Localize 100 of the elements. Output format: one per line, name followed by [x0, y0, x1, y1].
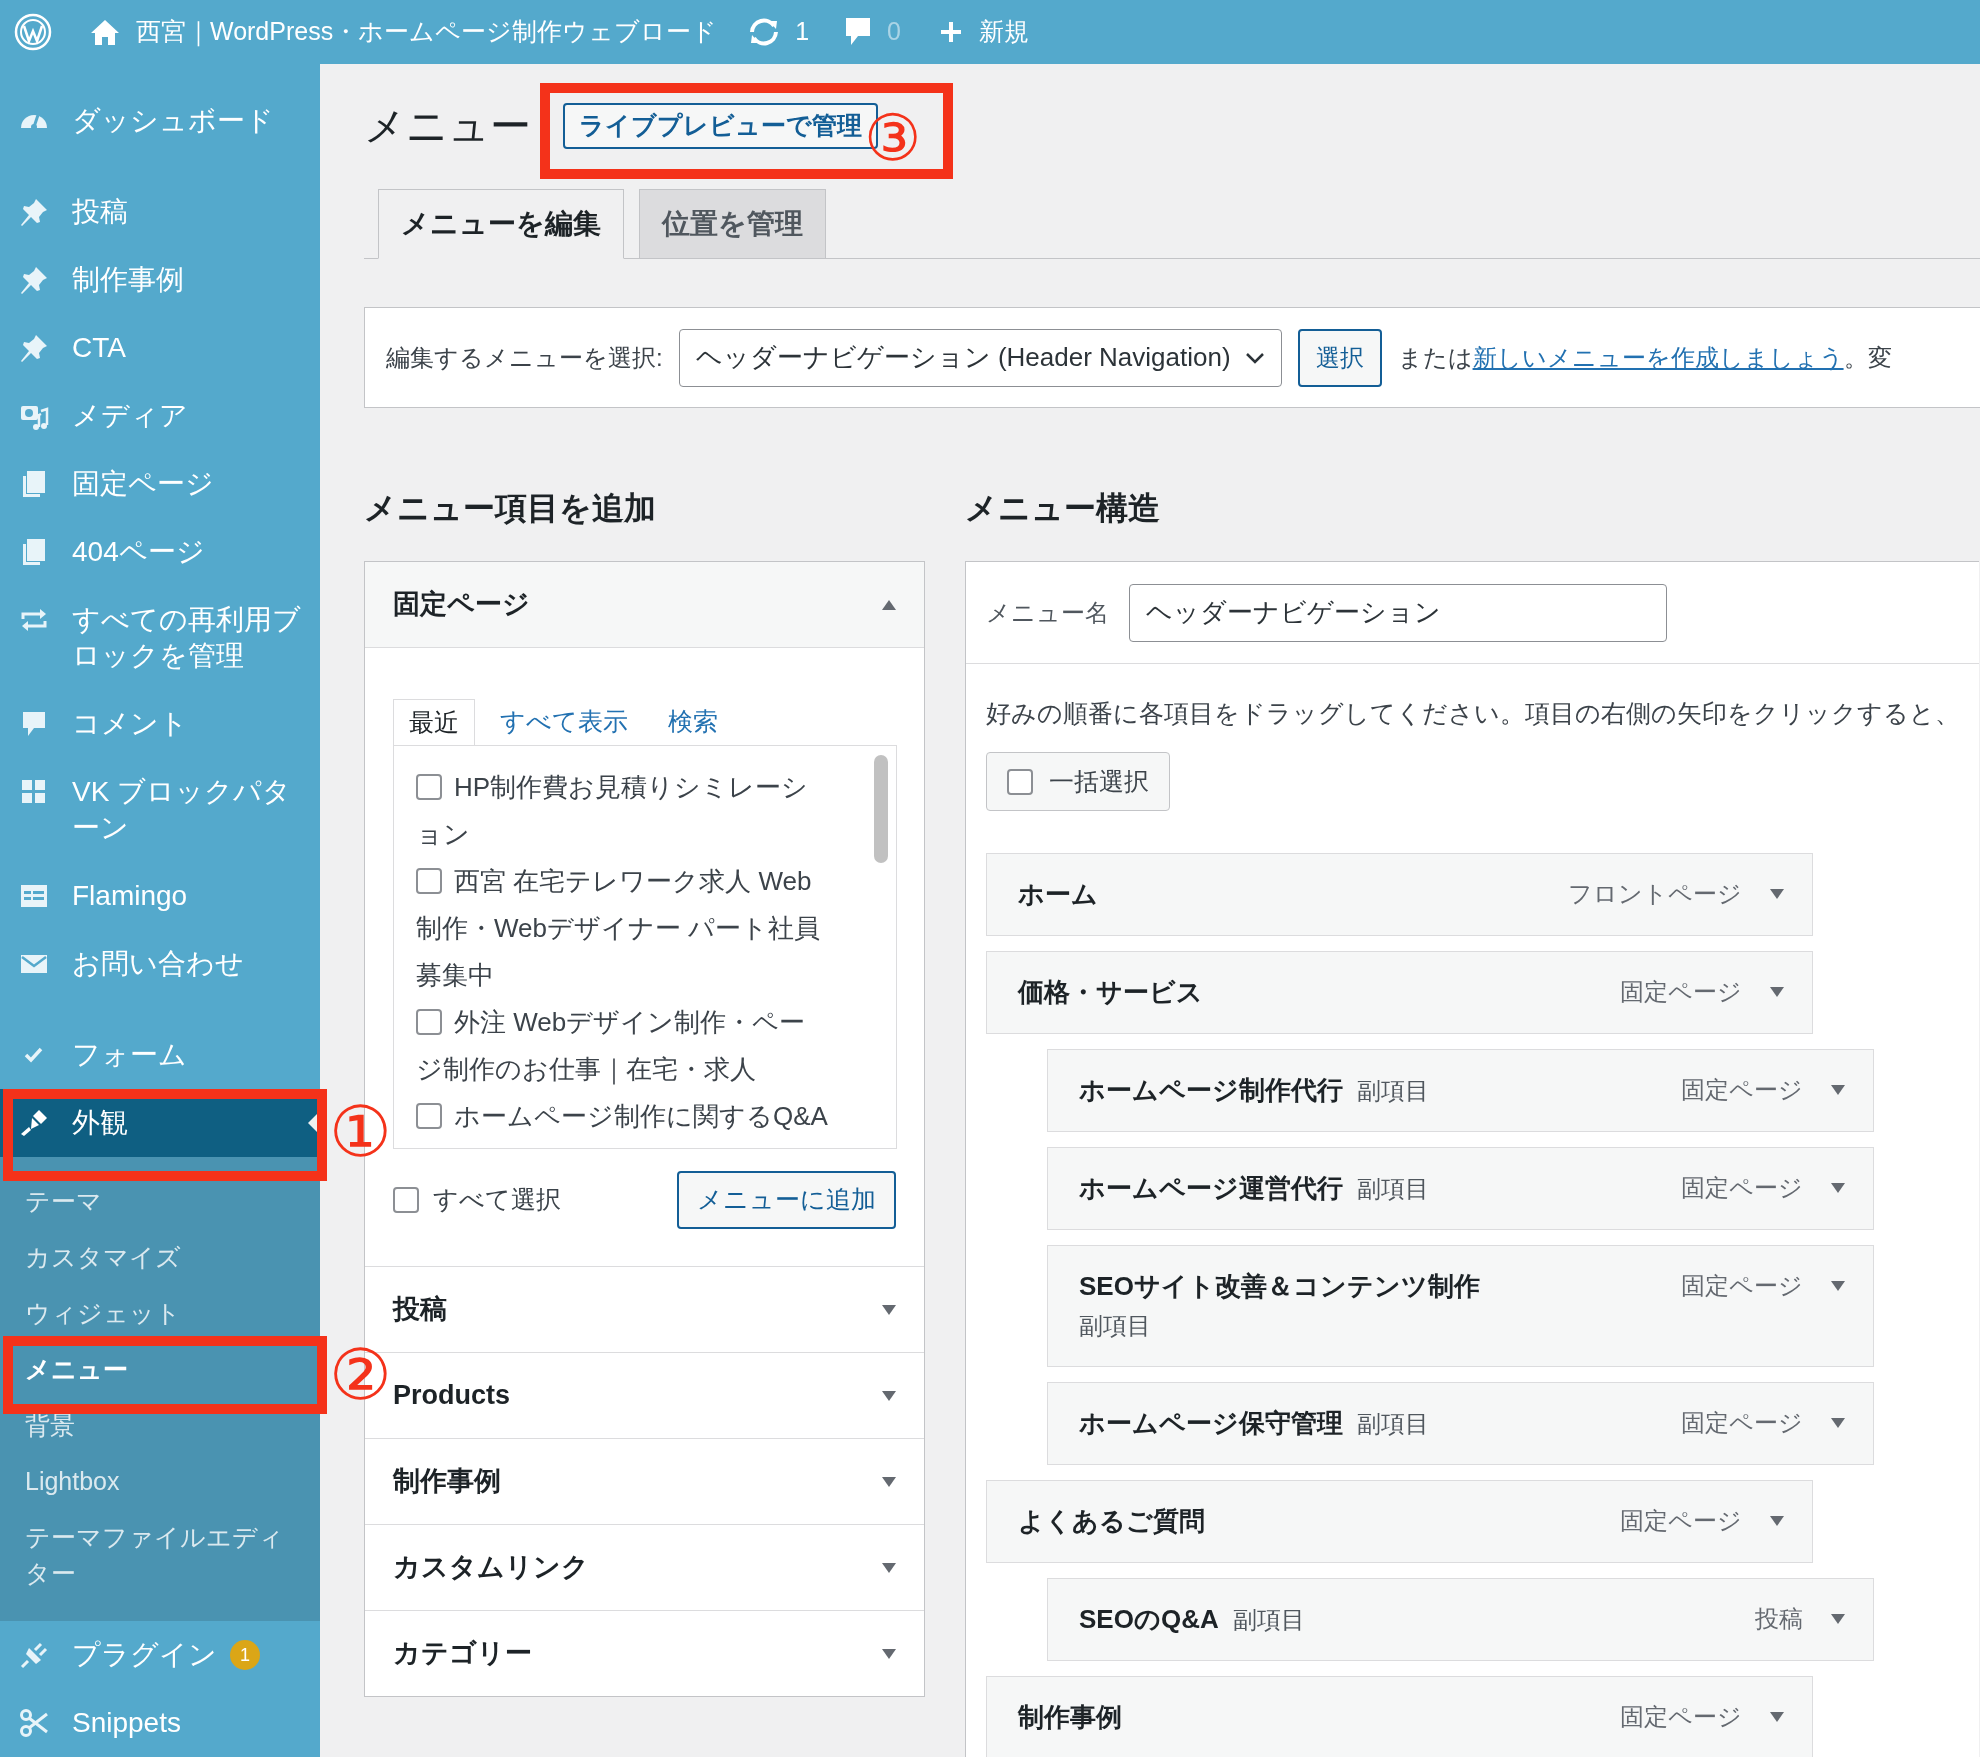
page-option[interactable]: 西宮 在宅テレワーク求人 Web制作・Webデザイナー パート社員募集中	[416, 858, 830, 999]
scrollbar-thumb[interactable]	[874, 755, 888, 863]
sidebar-label: 投稿	[72, 195, 128, 229]
section-heading: メニュー項目を追加	[364, 490, 657, 526]
submenu-item[interactable]: Lightbox	[0, 1453, 320, 1509]
sidebar-label: 制作事例	[72, 263, 184, 297]
menu-item-card[interactable]: ホーム フロントページ	[986, 853, 1813, 936]
sub-item-label: 副項目	[1079, 1311, 1151, 1341]
menu-item-card[interactable]: SEOサイト改善＆コンテンツ制作 副項目 固定ページ	[1047, 1245, 1874, 1367]
sidebar-label: コメント	[72, 707, 188, 741]
submenu-item[interactable]: テーマファイルエディター	[0, 1509, 320, 1601]
caret-icon[interactable]	[1770, 987, 1784, 997]
item-type-label: 固定ページ	[1681, 1173, 1803, 1203]
checkbox[interactable]	[393, 1187, 419, 1213]
item-type-label: 固定ページ	[1681, 1271, 1803, 1301]
sidebar-label: Snippets	[72, 1706, 181, 1740]
item-type-label: フロントページ	[1568, 879, 1742, 909]
menu-item-card[interactable]: ホームページ運営代行 副項目 固定ページ	[1047, 1147, 1874, 1230]
menu-item-card[interactable]: SEOのQ&A 副項目 投稿	[1047, 1578, 1874, 1661]
create-menu-link[interactable]: 新しいメニューを作成しましょう	[1472, 343, 1844, 371]
accordion-header[interactable]: 固定ページ	[365, 562, 924, 648]
bulk-select-checkbox[interactable]: 一括選択	[986, 752, 1170, 811]
menu-item-card[interactable]: 価格・サービス 固定ページ	[986, 951, 1813, 1034]
item-type-label: 固定ページ	[1681, 1075, 1803, 1105]
caret-icon[interactable]	[882, 599, 896, 610]
menu-name-field[interactable]: ヘッダーナビゲーション	[1129, 583, 1667, 642]
sidebar-label: 404ページ	[72, 535, 205, 569]
sidebar-label: すべての再利用ブロックを管理	[72, 603, 302, 673]
accordion-title: 制作事例	[393, 1465, 501, 1499]
checkbox[interactable]	[416, 774, 442, 801]
scissors-icon	[19, 1708, 49, 1738]
page-option[interactable]: 外注 Webデザイン制作・ページ制作のお仕事｜在宅・求人	[416, 999, 830, 1093]
pin-icon	[19, 197, 49, 227]
caret-icon[interactable]	[1831, 1614, 1845, 1624]
checkbox[interactable]	[416, 868, 442, 895]
caret-icon[interactable]	[882, 1390, 896, 1401]
select-all-checkbox[interactable]: すべて選択	[393, 1181, 561, 1219]
page-title: メニュー	[364, 102, 531, 151]
accordion-title: 固定ページ	[393, 588, 530, 622]
tab[interactable]: 位置を管理	[639, 189, 826, 259]
menu-item-card[interactable]: 制作事例 固定ページ	[986, 1676, 1813, 1757]
caret-icon[interactable]	[882, 1304, 896, 1315]
step-number: ①	[329, 1090, 392, 1174]
submenu-item[interactable]: カスタマイズ	[0, 1229, 320, 1285]
select-button[interactable]: 選択	[1297, 328, 1382, 387]
home-icon[interactable]	[90, 18, 120, 46]
notification-badge: 1	[230, 1640, 260, 1670]
accordion-title: Products	[393, 1379, 511, 1413]
item-type-label: 固定ページ	[1620, 977, 1742, 1007]
logo-icon[interactable]	[14, 13, 52, 51]
submenu-item[interactable]: テーマ	[0, 1173, 320, 1229]
caret-icon[interactable]	[882, 1562, 896, 1573]
menu-item-title: SEOサイト改善＆コンテンツ制作	[1079, 1270, 1480, 1303]
menu-dropdown[interactable]: ヘッダーナビゲーション (Header Navigation)	[678, 328, 1282, 387]
page-option[interactable]: HP制作費お見積りシミレーション	[416, 764, 830, 858]
caret-icon[interactable]	[1770, 1712, 1784, 1722]
pin-icon	[19, 333, 49, 363]
plug-icon	[19, 1640, 49, 1670]
create-menu-hint: または新しいメニューを作成しましょう。変	[1397, 342, 1892, 373]
caret-icon[interactable]	[882, 1648, 896, 1659]
caret-icon[interactable]	[882, 1476, 896, 1487]
sub-item-label: 副項目	[1357, 1409, 1429, 1439]
sub-item-label: 副項目	[1357, 1174, 1429, 1204]
menu-item-title: ホームページ運営代行	[1079, 1172, 1343, 1205]
sidebar-label: 固定ページ	[72, 467, 214, 501]
menu-item-title: よくあるご質問	[1018, 1505, 1205, 1538]
menu-item-card[interactable]: ホームページ制作代行 副項目 固定ページ	[1047, 1049, 1874, 1132]
caret-icon[interactable]	[1831, 1418, 1845, 1428]
caret-icon[interactable]	[1831, 1183, 1845, 1193]
sidebar-label: プラグイン	[72, 1638, 217, 1672]
panel-tab[interactable]: すべて表示	[485, 698, 643, 745]
panel-tab[interactable]: 検索	[653, 698, 733, 745]
sub-item-label: 副項目	[1232, 1605, 1305, 1635]
caret-icon[interactable]	[1770, 889, 1784, 899]
add-to-menu-button[interactable]: メニューに追加	[677, 1171, 896, 1229]
checkbox[interactable]	[416, 1103, 442, 1130]
menu-item-title: ホームページ制作代行	[1079, 1074, 1343, 1107]
caret-icon[interactable]	[1831, 1281, 1845, 1291]
sub-item-label: 副項目	[1357, 1076, 1429, 1106]
sidebar-label: VK ブロックパターン	[72, 775, 293, 845]
sidebar-label: ダッシュボード	[72, 104, 274, 138]
chevron-down-icon	[1244, 351, 1265, 364]
submenu-item[interactable]: メニュー	[0, 1341, 320, 1397]
menu-item-title: ホーム	[1018, 878, 1098, 911]
panel-tab[interactable]: 最近	[393, 699, 475, 746]
submenu-item[interactable]: ウィジェット	[0, 1285, 320, 1341]
page-option[interactable]: ホームページ制作に関するQ&A	[416, 1093, 830, 1140]
caret-icon[interactable]	[1770, 1516, 1784, 1526]
caret-icon[interactable]	[1831, 1085, 1845, 1095]
item-type-label: 投稿	[1755, 1604, 1803, 1634]
plus-icon[interactable]	[939, 20, 963, 44]
tab[interactable]: メニューを編集	[378, 189, 624, 259]
sidebar-label: Flamingo	[72, 879, 188, 913]
pin-icon	[19, 265, 49, 295]
menu-item-card[interactable]: ホームページ保守管理 副項目 固定ページ	[1047, 1382, 1874, 1465]
submenu-item[interactable]: 背景	[0, 1397, 320, 1453]
checkbox[interactable]	[1007, 768, 1033, 795]
instructions-text: 好みの順番に各項目をドラッグしてください。項目の右側の矢印をクリックすると、	[986, 698, 1961, 729]
checkbox[interactable]	[416, 1009, 442, 1036]
menu-item-card[interactable]: よくあるご質問 固定ページ	[986, 1480, 1813, 1563]
